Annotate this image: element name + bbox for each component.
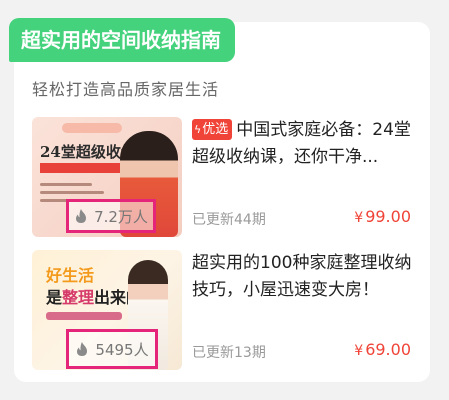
learner-count-box: 7.2万人 — [66, 199, 156, 233]
learner-count: 7.2万人 — [94, 207, 148, 226]
update-status: 已更新44期 — [192, 212, 266, 228]
thumbnail-banner — [62, 123, 122, 133]
bolt-icon: ϟ — [194, 123, 202, 136]
course-item[interactable]: 24堂超级收纳课 7.2万人 ϟ优选 中国式家庭必备：24堂超级收纳课，还你干净.… — [32, 117, 422, 247]
course-item[interactable]: 好生活 是整理出来的 5495人 超实用的100种家庭整理收纳技巧，小屋迅速变大… — [32, 250, 422, 380]
thumbnail-text-line — [40, 191, 104, 194]
course-title-text: 超实用的100种家庭整理收纳技巧，小屋迅速变大房！ — [192, 253, 412, 300]
currency-symbol: ¥ — [354, 343, 364, 359]
course-price: ¥69.00 — [354, 340, 411, 359]
price-value: 69.00 — [365, 340, 411, 359]
thumbnail-text-line — [40, 183, 92, 186]
flame-icon — [76, 209, 87, 223]
learner-count-box: 5495人 — [66, 329, 158, 369]
flame-icon — [77, 342, 88, 356]
featured-badge: ϟ优选 — [192, 119, 233, 140]
price-value: 99.00 — [365, 207, 411, 226]
thumbnail-strip — [46, 312, 122, 320]
section-title-tag: 超实用的空间收纳指南 — [9, 18, 235, 62]
course-title[interactable]: ϟ优选 中国式家庭必备：24堂超级收纳课，还你干净... — [192, 117, 414, 171]
section-subtitle: 轻松打造高品质家居生活 — [32, 80, 220, 99]
learner-count: 5495人 — [95, 340, 149, 359]
currency-symbol: ¥ — [354, 210, 364, 226]
thumbnail-strip — [40, 163, 132, 173]
thumbnail-title-line-1: 好生活 — [46, 266, 95, 285]
course-price: ¥99.00 — [354, 207, 411, 226]
section-title: 超实用的空间收纳指南 — [21, 28, 221, 52]
update-status: 已更新13期 — [192, 345, 266, 361]
course-title[interactable]: 超实用的100种家庭整理收纳技巧，小屋迅速变大房！ — [192, 250, 414, 304]
